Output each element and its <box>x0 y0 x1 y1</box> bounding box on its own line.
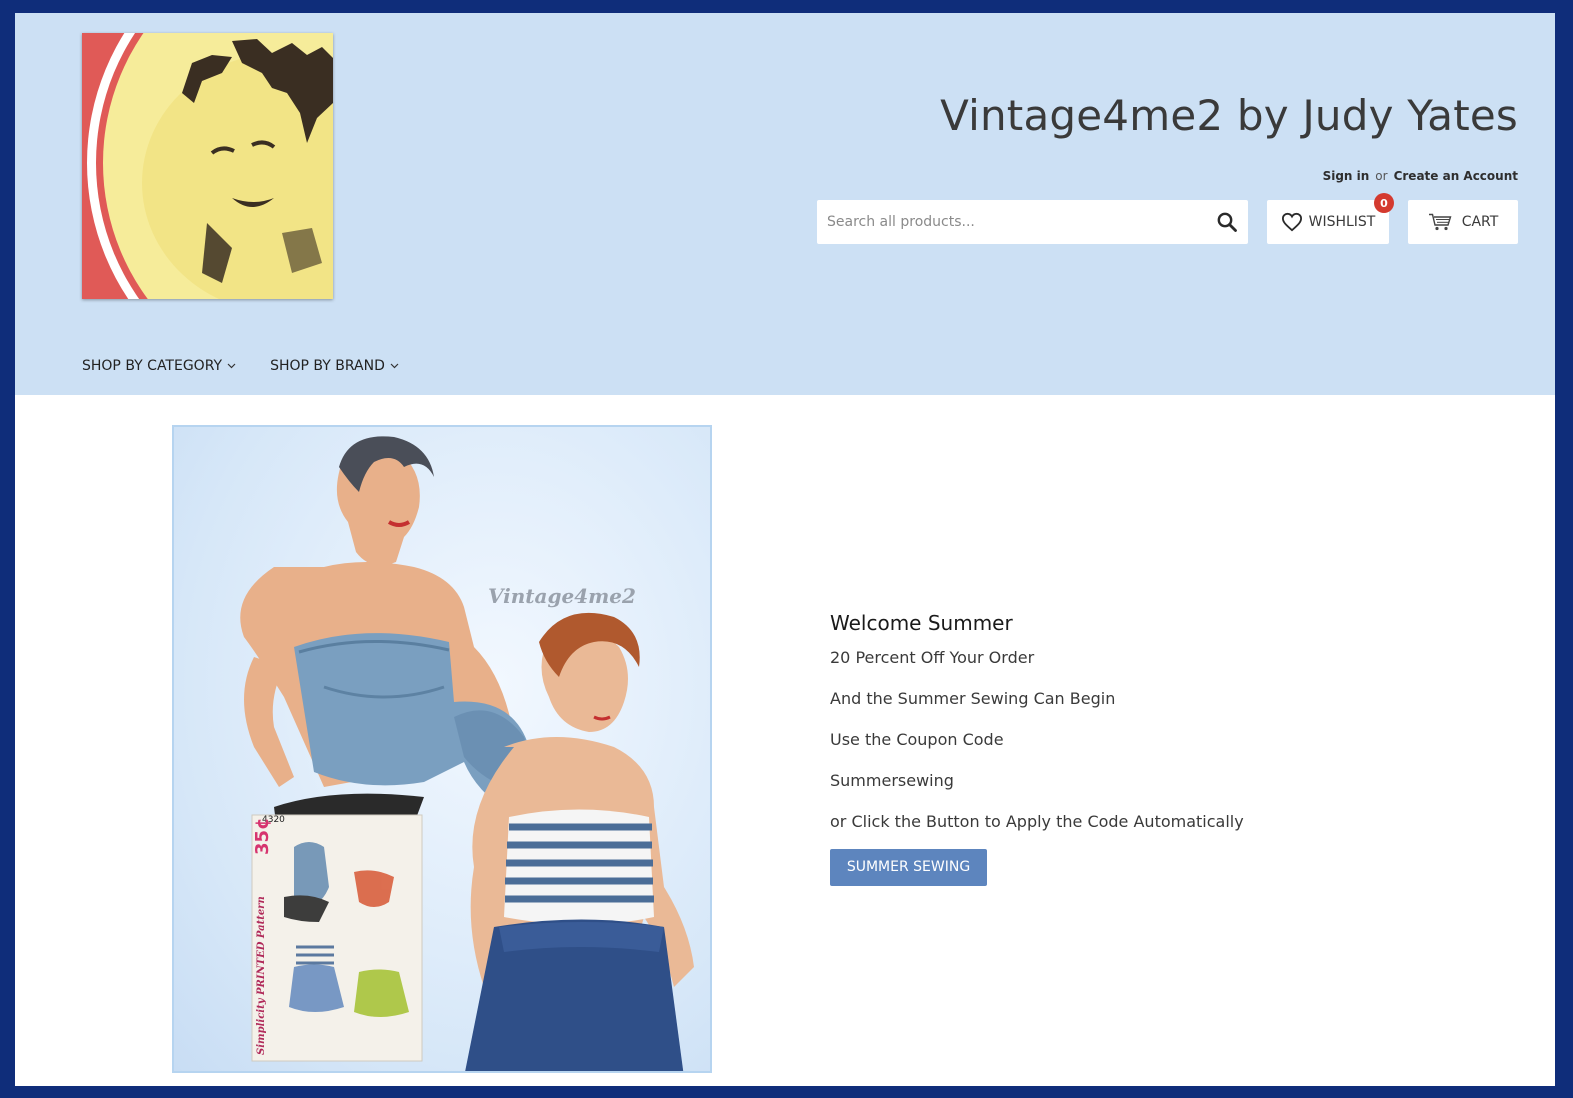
site-header: Vintage4me2 by Judy Yates Sign in or Creat… <box>15 13 1555 395</box>
or-separator: or <box>1375 169 1388 183</box>
store-logo[interactable] <box>82 33 333 299</box>
nav-shop-by-brand[interactable]: SHOP BY BRAND <box>270 358 399 374</box>
sign-in-link[interactable]: Sign in <box>1323 169 1370 183</box>
promo-line: Use the Coupon Code <box>830 730 1004 749</box>
heart-icon <box>1281 212 1302 232</box>
pattern-brand: Simplicity PRINTED Pattern <box>256 896 267 1055</box>
nav-shop-by-category[interactable]: SHOP BY CATEGORY <box>82 358 236 374</box>
promo-line: 20 Percent Off Your Order <box>830 648 1035 667</box>
promo-heading: Welcome Summer <box>830 611 1013 635</box>
promo-line: or Click the Button to Apply the Code Au… <box>830 812 1244 831</box>
search-input[interactable] <box>817 200 1202 244</box>
wishlist-count-badge: 0 <box>1374 193 1394 213</box>
chevron-down-icon <box>227 363 236 369</box>
pattern-price: 35¢ <box>252 817 273 855</box>
vintage-fashion-illustration <box>240 436 694 1071</box>
account-links: Sign in or Create an Account <box>1323 169 1518 183</box>
wishlist-button[interactable]: WISHLIST 0 <box>1267 193 1394 244</box>
page-frame: Vintage4me2 by Judy Yates Sign in or Creat… <box>15 13 1555 1086</box>
cart-label: CART <box>1461 214 1499 230</box>
promo-block: Welcome Summer 20 Percent Off Your Order… <box>830 611 1244 886</box>
promo-line: Summersewing <box>830 771 954 790</box>
main-nav: SHOP BY CATEGORY SHOP BY BRAND <box>82 358 399 374</box>
wishlist-label: WISHLIST <box>1308 214 1376 230</box>
summer-sewing-button[interactable]: SUMMER SEWING <box>830 849 987 886</box>
hero-watermark: Vintage4me2 <box>488 584 636 608</box>
chevron-down-icon <box>390 363 399 369</box>
hero-image[interactable]: Vintage4me2 4320 35¢ Simplicity PRINTED … <box>172 425 712 1073</box>
search-icon <box>1217 212 1237 232</box>
nav-item-label: SHOP BY BRAND <box>270 358 385 374</box>
nav-item-label: SHOP BY CATEGORY <box>82 358 223 374</box>
promo-line: And the Summer Sewing Can Begin <box>830 689 1116 708</box>
cart-icon <box>1428 213 1452 231</box>
store-title: Vintage4me2 by Judy Yates <box>940 91 1518 140</box>
search-button[interactable] <box>1216 211 1238 233</box>
logo-portrait-image <box>82 33 333 299</box>
search-bar <box>817 200 1248 244</box>
cart-button[interactable]: CART <box>1408 200 1518 244</box>
create-account-link[interactable]: Create an Account <box>1394 169 1518 183</box>
